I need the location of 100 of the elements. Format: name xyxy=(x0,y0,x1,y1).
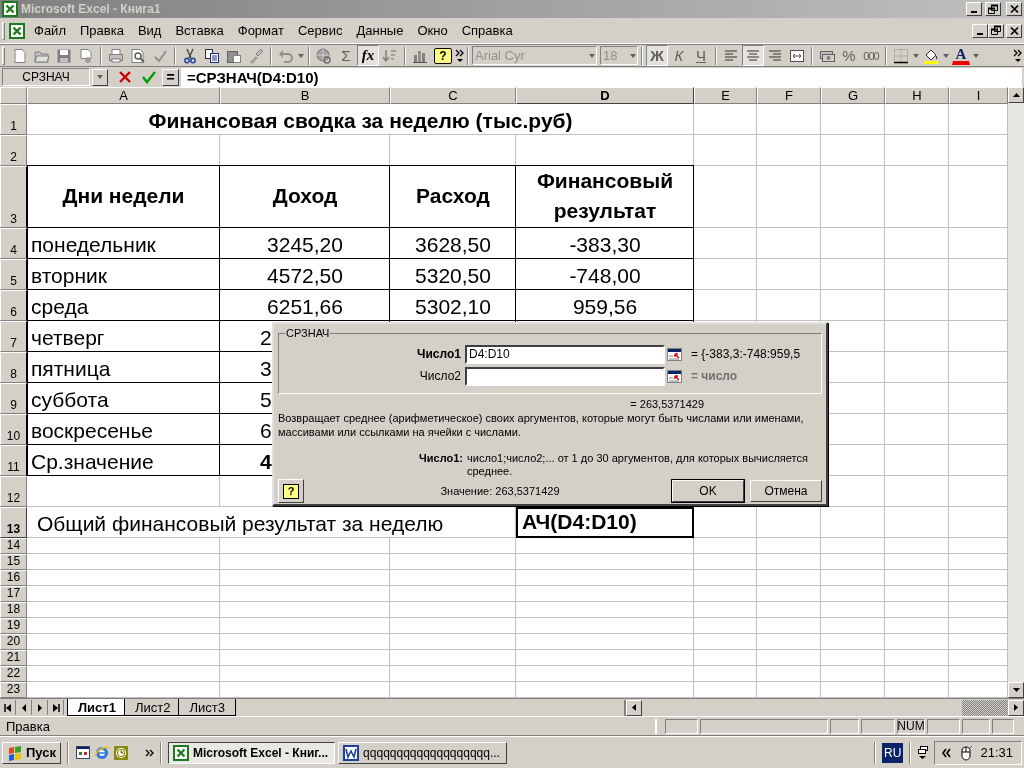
row-header[interactable]: 2 xyxy=(0,135,27,166)
column-header[interactable]: C xyxy=(390,87,516,104)
show-desktop-icon[interactable] xyxy=(75,744,91,761)
menu-item[interactable]: Сервис xyxy=(290,21,350,40)
equals-button[interactable]: = xyxy=(162,68,179,86)
scroll-down-icon[interactable] xyxy=(1010,685,1022,695)
scroll-right-icon[interactable] xyxy=(1011,702,1021,713)
column-header[interactable]: G xyxy=(821,87,885,104)
row-header[interactable]: 18 xyxy=(0,602,27,618)
overflow-icon[interactable] xyxy=(145,748,154,757)
row-header[interactable]: 22 xyxy=(0,666,27,682)
row-header[interactable]: 13 xyxy=(0,507,27,538)
taskbar-button[interactable]: qqqqqqqqqqqqqqqqqqq... xyxy=(338,741,507,764)
active-cell[interactable]: АЧ(D4:D10) xyxy=(516,507,694,538)
column-header[interactable]: I xyxy=(949,87,1008,104)
merge-center-icon[interactable] xyxy=(789,47,805,64)
sheet-tab[interactable]: Лист3 xyxy=(178,699,236,716)
percent-button[interactable]: % xyxy=(838,45,860,66)
row-header[interactable]: 4 xyxy=(0,228,27,259)
row-header[interactable]: 21 xyxy=(0,650,27,666)
scroll-left-icon[interactable] xyxy=(629,702,639,713)
format-painter-icon[interactable] xyxy=(248,47,264,64)
dialog-button[interactable]: Отмена xyxy=(750,480,822,502)
row-header[interactable]: 19 xyxy=(0,618,27,634)
row-header[interactable]: 20 xyxy=(0,634,27,650)
first-sheet-icon[interactable] xyxy=(2,701,13,714)
row-header[interactable]: 10 xyxy=(0,414,27,445)
mouse-icon[interactable] xyxy=(958,744,975,761)
row-header[interactable]: 8 xyxy=(0,352,27,383)
copy-icon[interactable] xyxy=(204,47,220,64)
overflow-icon[interactable] xyxy=(455,48,464,63)
dropdown-caret-icon[interactable] xyxy=(942,51,950,60)
print-preview-icon[interactable] xyxy=(130,47,146,64)
cut-icon[interactable] xyxy=(182,47,198,64)
menu-item[interactable]: Данные xyxy=(349,21,411,40)
column-header[interactable]: E xyxy=(694,87,757,104)
column-header[interactable]: B xyxy=(220,87,390,104)
print-icon[interactable] xyxy=(108,47,124,64)
argument-field[interactable] xyxy=(465,366,665,386)
dialog-button[interactable]: OK xyxy=(672,480,744,502)
fill-color-icon[interactable] xyxy=(923,47,939,64)
name-box[interactable]: СРЗНАЧ xyxy=(2,68,90,86)
hyperlink-icon[interactable] xyxy=(316,47,332,64)
row-header[interactable]: 15 xyxy=(0,554,27,570)
cancel-icon[interactable] xyxy=(118,70,132,84)
underline-button[interactable]: Ч xyxy=(690,45,712,66)
overflow-icon[interactable] xyxy=(1013,48,1022,63)
collapse-dialog-icon[interactable] xyxy=(667,347,682,361)
vertical-scrollbar[interactable] xyxy=(1008,87,1024,698)
clock-app-icon[interactable] xyxy=(113,744,129,761)
row-header[interactable]: 11 xyxy=(0,445,27,476)
menu-item[interactable]: Вид xyxy=(130,21,169,40)
insert-function-button[interactable]: fx xyxy=(357,45,379,66)
help-button[interactable]: ? xyxy=(278,479,304,503)
dropdown-caret-icon[interactable] xyxy=(96,73,104,81)
column-header[interactable]: D xyxy=(516,87,694,104)
last-sheet-icon[interactable] xyxy=(50,701,61,714)
dropdown-caret-icon[interactable] xyxy=(972,51,980,60)
row-header[interactable]: 14 xyxy=(0,538,27,554)
show-hidden-icon[interactable] xyxy=(941,746,953,759)
argument-field[interactable]: D4:D10 xyxy=(465,344,665,364)
row-header[interactable]: 9 xyxy=(0,383,27,414)
menu-item[interactable]: Окно xyxy=(410,21,455,40)
taskbar-button[interactable]: Microsoft Excel - Книг... xyxy=(168,741,336,764)
menu-item[interactable]: Справка xyxy=(454,21,520,40)
document-icon[interactable] xyxy=(78,47,94,64)
row-header[interactable]: 6 xyxy=(0,290,27,321)
new-document-icon[interactable] xyxy=(12,47,28,64)
italic-button[interactable]: К xyxy=(668,45,690,66)
dropdown-caret-icon[interactable] xyxy=(297,51,305,60)
bold-button[interactable]: Ж xyxy=(646,45,668,66)
spreadsheet-icon[interactable] xyxy=(9,22,27,39)
row-header[interactable]: 5 xyxy=(0,259,27,290)
row-header[interactable]: 7 xyxy=(0,321,27,352)
browser-icon[interactable] xyxy=(94,744,110,761)
dropdown-caret-icon[interactable] xyxy=(912,51,920,60)
thousands-button[interactable]: 000 xyxy=(860,45,882,66)
scroll-up-icon[interactable] xyxy=(1010,90,1022,100)
row-header[interactable]: 17 xyxy=(0,586,27,602)
row-header[interactable]: 1 xyxy=(0,104,27,135)
save-icon[interactable] xyxy=(56,47,72,64)
column-header[interactable]: F xyxy=(757,87,821,104)
sheet-tab[interactable]: Лист1 xyxy=(67,699,127,716)
start-button[interactable]: Пуск xyxy=(2,741,61,764)
menu-item[interactable]: Правка xyxy=(72,21,131,40)
scroll-thumb[interactable] xyxy=(962,699,1008,716)
autosum-button[interactable]: Σ xyxy=(335,45,357,66)
collapse-dialog-icon[interactable] xyxy=(667,369,682,383)
language-indicator[interactable]: RU xyxy=(882,742,904,763)
font-color-button[interactable]: A xyxy=(952,46,970,65)
help-button[interactable]: ? xyxy=(434,47,452,64)
menu-item[interactable]: Формат xyxy=(230,21,291,40)
column-header[interactable]: A xyxy=(27,87,220,104)
row-header[interactable]: 12 xyxy=(0,476,27,507)
borders-icon[interactable] xyxy=(893,47,909,64)
menu-item[interactable]: Файл xyxy=(27,21,73,40)
sort-icon[interactable] xyxy=(382,47,398,64)
formula-field[interactable]: =СРЗНАЧ(D4:D10) xyxy=(181,67,1022,87)
row-header[interactable]: 3 xyxy=(0,166,27,228)
menu-item[interactable]: Вставка xyxy=(168,21,231,40)
